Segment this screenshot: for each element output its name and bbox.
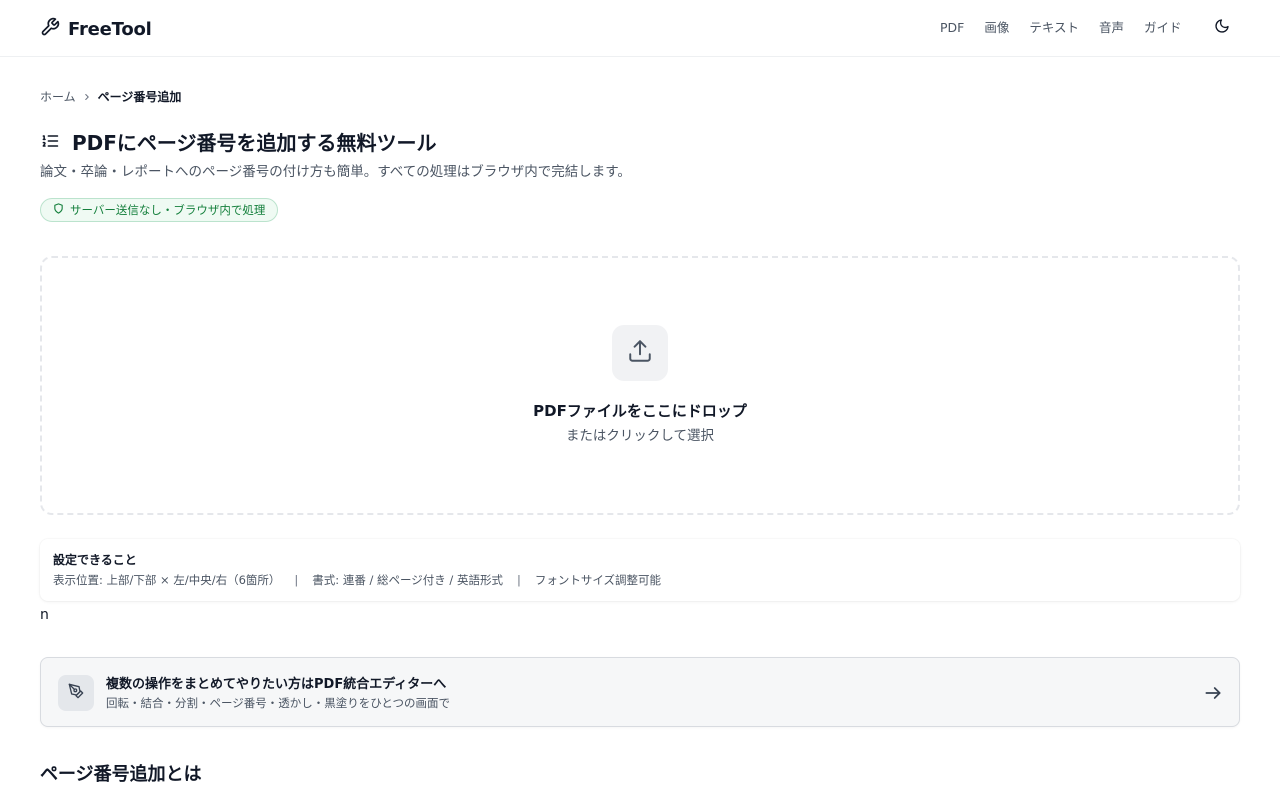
page-title: PDFにページ番号を追加する無料ツール <box>72 131 437 155</box>
nav-item-audio[interactable]: 音声 <box>1099 19 1124 37</box>
privacy-badge: サーバー送信なし・ブラウザ内で処理 <box>40 198 279 222</box>
logo-text: FreeTool <box>68 18 152 40</box>
pen-tool-icon <box>68 683 84 703</box>
site-header: FreeTool PDF 画像 テキスト 音声 ガイド <box>0 0 1280 57</box>
pdf-editor-link[interactable]: 複数の操作をまとめてやりたい方はPDF統合エディターへ 回転・結合・分割・ページ… <box>40 657 1240 727</box>
moon-icon <box>1214 18 1230 38</box>
logo[interactable]: FreeTool <box>40 16 152 42</box>
theme-toggle-button[interactable] <box>1210 16 1234 40</box>
feature-item: 書式: 連番 / 総ページ付き / 英語形式 <box>312 573 503 587</box>
nav-item-pdf[interactable]: PDF <box>940 19 964 37</box>
features-title: 設定できること <box>53 553 137 567</box>
breadcrumb-current: ページ番号追加 <box>97 90 182 104</box>
features-list: 表示位置: 上部/下部 × 左/中央/右（6箇所） | 書式: 連番 / 総ペー… <box>53 572 661 588</box>
editor-icon-container <box>58 675 94 711</box>
feature-separator: | <box>294 573 299 587</box>
breadcrumb: ホーム ページ番号追加 <box>40 89 181 105</box>
section-heading: ページ番号追加とは <box>40 764 202 785</box>
editor-link-title: 複数の操作をまとめてやりたい方はPDF統合エディターへ <box>106 677 447 692</box>
title-row: PDFにページ番号を追加する無料ツール <box>40 129 437 157</box>
nav-item-image[interactable]: 画像 <box>984 19 1009 37</box>
features-panel: 設定できること 表示位置: 上部/下部 × 左/中央/右（6箇所） | 書式: … <box>40 539 1240 601</box>
nav-item-guide[interactable]: ガイド <box>1144 19 1182 37</box>
arrow-right-icon <box>1203 683 1223 703</box>
nav-item-text[interactable]: テキスト <box>1029 19 1079 37</box>
stray-text: n <box>40 607 49 623</box>
main-nav: PDF 画像 テキスト 音声 ガイド <box>940 19 1202 37</box>
dropzone-title: PDFファイルをここにドロップ <box>533 402 747 420</box>
dropzone-subtitle: またはクリックして選択 <box>565 428 715 444</box>
shield-icon <box>53 203 64 217</box>
feature-item: 表示位置: 上部/下部 × 左/中央/右（6箇所） <box>53 573 281 587</box>
privacy-badge-label: サーバー送信なし・ブラウザ内で処理 <box>70 203 266 217</box>
numbered-list-icon <box>40 131 60 155</box>
page-subtitle: 論文・卒論・レポートへのページ番号の付け方も簡単。すべての処理はブラウザ内で完結… <box>40 164 631 180</box>
feature-item: フォントサイズ調整可能 <box>534 573 661 587</box>
editor-link-subtitle: 回転・結合・分割・ページ番号・透かし・黒塗りをひとつの画面で <box>106 696 450 710</box>
wrench-icon <box>40 17 60 41</box>
upload-icon <box>627 338 653 368</box>
upload-icon-container <box>612 325 668 381</box>
pdf-dropzone[interactable]: PDFファイルをここにドロップ またはクリックして選択 <box>40 256 1240 515</box>
chevron-right-icon <box>82 92 92 102</box>
feature-separator: | <box>516 573 521 587</box>
breadcrumb-home[interactable]: ホーム <box>40 89 76 105</box>
